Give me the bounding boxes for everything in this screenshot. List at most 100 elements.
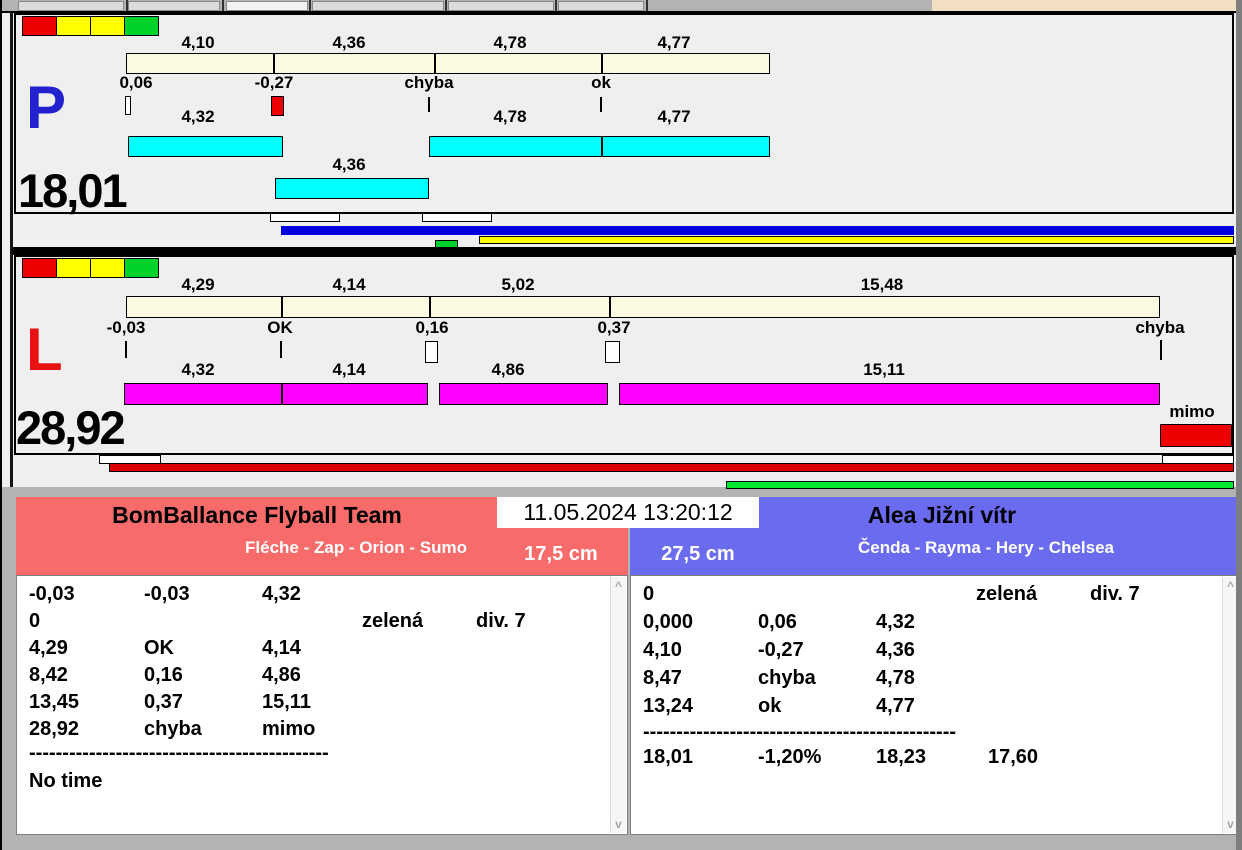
toolbar-tick xyxy=(555,0,557,11)
toolbar-fragment xyxy=(18,1,124,11)
footer-row: No time xyxy=(17,768,627,795)
split-time-label: 4,78 xyxy=(493,33,527,52)
result-cell: 0,000 xyxy=(643,611,694,633)
dog-time-label: 4,77 xyxy=(657,107,691,126)
pass-marker-white xyxy=(125,96,131,115)
datetime-display: 11.05.2024 13:20:12 xyxy=(497,497,759,528)
result-cell: 4,86 xyxy=(262,664,301,686)
split-bar-divider xyxy=(434,54,436,73)
scroll-down-icon[interactable]: v xyxy=(611,818,626,830)
status-square-green xyxy=(124,258,159,278)
pass-mark-label: 0,06 xyxy=(119,73,153,92)
status-square-yellow xyxy=(90,16,125,36)
result-cell: 4,78 xyxy=(876,667,915,689)
split-time-label: 5,02 xyxy=(501,275,535,294)
no-time-label: No time xyxy=(29,770,103,792)
dog-bar-divider xyxy=(601,137,603,156)
pass-marker-white xyxy=(425,341,438,363)
dog-time-bar xyxy=(124,383,428,405)
pass-mark-label: OK xyxy=(267,318,293,337)
result-cell: 0,16 xyxy=(144,664,183,686)
result-cell: zelená xyxy=(976,583,1038,605)
dog-time-bar xyxy=(128,136,283,157)
split-bar-divider xyxy=(429,297,431,317)
result-cell: 4,10 xyxy=(643,639,682,661)
timeline-yellow-bar xyxy=(479,236,1234,244)
result-row: 13,24 ok 4,77 xyxy=(631,693,1239,720)
pass-mark-label: -0,27 xyxy=(254,73,294,92)
flyball-timer-window: 4,10 4,36 4,78 4,77 0,06 -0,27 chyba ok … xyxy=(0,0,1242,850)
team-right-results-list[interactable]: 0 zelená div. 7 0,000 0,06 4,32 4,10 -0,… xyxy=(630,575,1240,835)
split-time-label: 15,48 xyxy=(860,275,904,294)
dog-time-label: 4,32 xyxy=(181,360,215,379)
result-cell: 0,37 xyxy=(144,691,183,713)
result-row: 13,45 0,37 15,11 xyxy=(17,689,627,716)
total-diff-cell: -1,20% xyxy=(758,746,822,768)
dog-time-label: 4,86 xyxy=(491,360,525,379)
left-list-scrollbar[interactable]: ^ v xyxy=(610,577,626,833)
toolbar-fragment xyxy=(226,1,308,11)
pass-marker-tick xyxy=(1160,340,1162,360)
toolbar-fragment xyxy=(312,1,444,11)
team-left-jump-height: 17,5 cm xyxy=(524,543,598,565)
timeline-red-bar xyxy=(109,463,1234,472)
result-cell: OK xyxy=(144,637,174,659)
pass-mark-label: ok xyxy=(591,73,611,92)
team-left-results-list[interactable]: -0,03 -0,03 4,32 0 zelená div. 7 4,29 OK… xyxy=(16,575,628,835)
team-right-dogs: Čenda - Rayma - Hery - Chelsea xyxy=(857,538,1115,557)
pass-mark-label: 0,37 xyxy=(597,318,631,337)
result-row: -0,03 -0,03 4,32 xyxy=(17,581,627,608)
result-row: 0 zelená div. 7 xyxy=(631,581,1239,608)
pass-marker-tick xyxy=(280,341,282,358)
result-cell: 4,32 xyxy=(262,583,301,605)
split-time-label: 4,14 xyxy=(332,275,366,294)
result-row: 0 zelená div. 7 xyxy=(17,608,627,635)
timeline-green-bar xyxy=(726,481,1234,489)
lane-p-panel: 4,10 4,36 4,78 4,77 0,06 -0,27 chyba ok … xyxy=(14,13,1234,214)
result-cell: mimo xyxy=(262,718,316,740)
result-cell: 4,14 xyxy=(262,637,301,659)
divider-row: ----------------------------------------… xyxy=(631,719,1239,746)
dog-time-label: 4,14 xyxy=(332,360,366,379)
result-cell: chyba xyxy=(144,718,202,740)
dog-time-label: 4,36 xyxy=(332,155,366,174)
result-cell: 4,36 xyxy=(876,639,915,661)
window-right-border xyxy=(1236,0,1242,850)
split-bar-divider xyxy=(281,297,283,317)
split-bar xyxy=(126,53,770,74)
divider-dashes: ----------------------------------------… xyxy=(643,721,957,743)
lane-p-total-time: 18,01 xyxy=(18,164,128,217)
status-square-green xyxy=(124,16,159,36)
toolbar-tick xyxy=(445,0,447,11)
toolbar-tick xyxy=(222,0,224,11)
result-cell: 4,77 xyxy=(876,695,915,717)
split-bar-divider xyxy=(273,54,275,73)
pass-marker-red xyxy=(271,96,284,116)
toolbar-fragment xyxy=(558,1,644,11)
dog-time-label: 4,32 xyxy=(181,107,215,126)
scroll-up-icon[interactable]: ^ xyxy=(611,580,626,592)
pass-mark-label: 0,16 xyxy=(415,318,449,337)
result-row: 28,92 chyba mimo xyxy=(17,716,627,743)
divider-dashes: ----------------------------------------… xyxy=(29,742,329,764)
dog-time-label: 4,78 xyxy=(493,107,527,126)
result-cell: 13,24 xyxy=(643,695,694,717)
result-cell: 0 xyxy=(29,610,41,632)
team-right-name: Alea Jižní vítr xyxy=(867,502,1017,528)
dog-time-bar xyxy=(619,383,1160,405)
split-bar-divider xyxy=(609,297,611,317)
result-row: 8,47 chyba 4,78 xyxy=(631,665,1239,692)
lane-l-panel: 4,29 4,14 5,02 15,48 -0,03 OK 0,16 0,37 … xyxy=(14,255,1234,455)
result-cell: chyba xyxy=(758,667,816,689)
pass-marker-tick xyxy=(125,341,127,358)
result-cell: div. 7 xyxy=(476,610,526,632)
split-time-label: 4,36 xyxy=(332,33,366,52)
team-left-dogs: Fléche - Zap - Orion - Sumo xyxy=(245,538,467,557)
toolbar-fragment xyxy=(448,1,554,11)
result-cell: -0,03 xyxy=(144,583,190,605)
result-row: 4,10 -0,27 4,36 xyxy=(631,637,1239,664)
result-cell: 0 xyxy=(643,583,655,605)
dog-time-bar xyxy=(439,383,608,405)
totals-row: 18,01 -1,20% 18,23 17,60 xyxy=(631,744,1239,771)
total-cell: 17,60 xyxy=(988,746,1039,768)
